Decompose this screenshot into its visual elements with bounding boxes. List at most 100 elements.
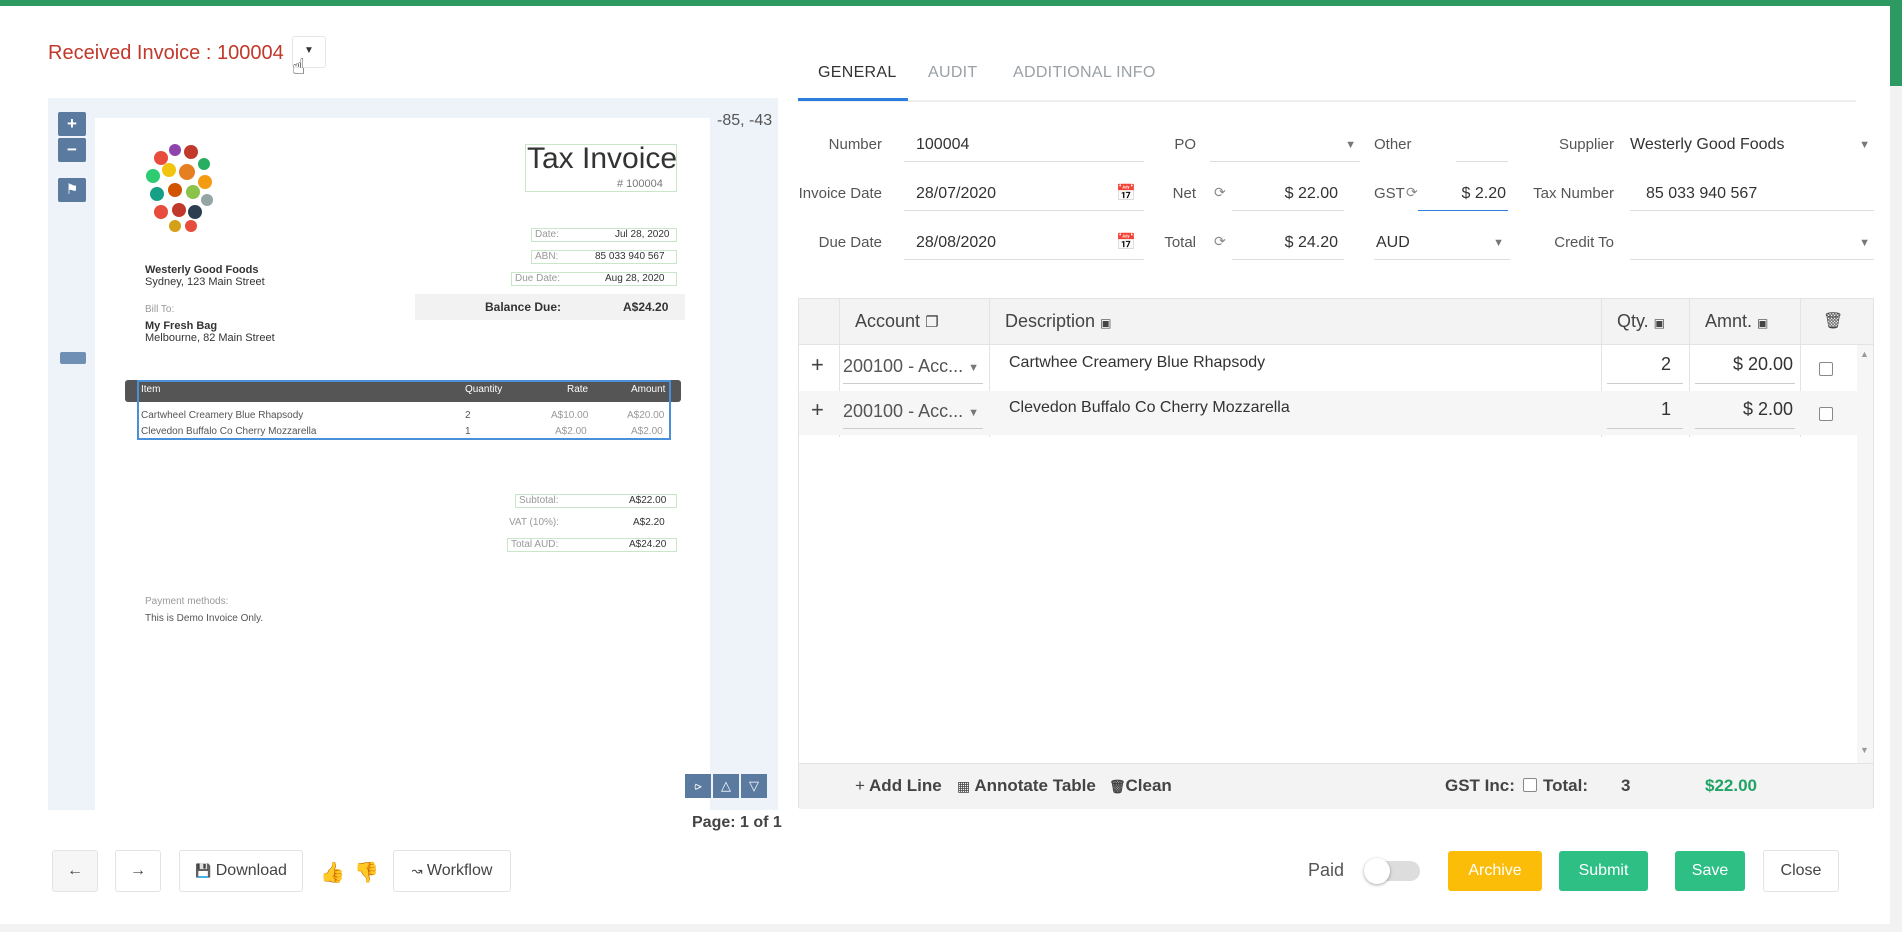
viewer-toolbar	[48, 98, 95, 810]
save-button[interactable]: Save	[1675, 851, 1745, 891]
refresh-icon[interactable]: ⟳	[1406, 184, 1418, 201]
scroll-down-icon[interactable]: ▼	[1860, 745, 1869, 755]
invoice-date-field[interactable]: 28/07/2020 📅	[904, 177, 1144, 211]
net-field[interactable]: $ 22.00	[1232, 177, 1344, 211]
amount-field[interactable]: $ 20.00	[1695, 354, 1795, 384]
number-field[interactable]: 100004	[904, 128, 1144, 162]
page-up-button[interactable]: △	[713, 774, 739, 798]
number-label: Number	[828, 136, 882, 153]
triangle-up-icon: △	[721, 778, 731, 793]
row-checkbox[interactable]	[1819, 362, 1833, 376]
next-button[interactable]: →	[115, 850, 161, 892]
vertical-scroll-handle[interactable]	[60, 352, 86, 364]
currency-select[interactable]: AUD ▼	[1374, 226, 1510, 260]
description-field[interactable]: Clevedon Buffalo Co Cherry Mozzarella	[1009, 399, 1290, 417]
trash-icon[interactable]: 🗑	[1823, 311, 1843, 331]
flag-button[interactable]: ⚑	[58, 178, 86, 202]
po-select[interactable]: ▼	[1210, 128, 1360, 162]
fit-width-button[interactable]: ⪧	[685, 774, 711, 798]
gst-inc-label: GST Inc:	[1445, 776, 1515, 795]
line-items-grid: Account ❐ Description ▣ Qty. ▣ Amnt. ▣ 🗑…	[798, 298, 1874, 809]
col-header-description[interactable]: Description ▣	[1005, 311, 1111, 332]
preview-total-label: Total AUD:	[511, 539, 559, 550]
table-row: + 200100 - Acc... ▼ Clevedon Buffalo Co C…	[799, 391, 1871, 435]
preview-subtotal-label: Subtotal:	[519, 495, 559, 506]
close-button[interactable]: Close	[1763, 850, 1839, 892]
cursor-coordinates: -85, -43	[717, 112, 773, 129]
archive-button[interactable]: Archive	[1448, 851, 1542, 891]
tab-general[interactable]: GENERAL	[818, 64, 897, 82]
clean-button[interactable]: 🗑Clean	[1109, 776, 1172, 796]
account-select[interactable]: 200100 - Acc... ▼	[843, 356, 983, 384]
tab-bar: GENERAL AUDIT ADDITIONAL INFO	[798, 56, 1856, 102]
preview-subtotal-value: A$22.00	[629, 495, 667, 506]
total-amount: $22.00	[1705, 776, 1757, 795]
tab-additional-info[interactable]: ADDITIONAL INFO	[1013, 64, 1156, 82]
expand-row-button[interactable]: +	[811, 397, 824, 423]
workflow-button[interactable]: ↝ Workflow	[393, 850, 511, 892]
total-field[interactable]: $ 24.20	[1232, 226, 1344, 260]
expand-row-button[interactable]: +	[811, 352, 824, 378]
download-button[interactable]: 💾 Download	[179, 850, 303, 892]
paid-toggle[interactable]	[1364, 858, 1420, 884]
due-date-field[interactable]: 28/08/2020 📅	[904, 226, 1144, 260]
select-icon[interactable]: ▣	[1654, 316, 1665, 330]
gst-field[interactable]: $ 2.20	[1418, 177, 1508, 211]
other-field[interactable]	[1456, 128, 1508, 162]
preview-vat-label: VAT (10%):	[509, 517, 560, 528]
page-down-button[interactable]: ▽	[741, 774, 767, 798]
trash-icon: 🗑	[1109, 779, 1126, 794]
tax-number-field[interactable]: 85 033 940 567	[1630, 177, 1874, 211]
submit-button[interactable]: Submit	[1559, 851, 1648, 891]
col-header-amount[interactable]: Amnt. ▣	[1705, 311, 1768, 332]
preview-balance-label: Balance Due:	[485, 300, 562, 314]
caret-down-icon: ▼	[968, 362, 979, 374]
gst-label: GST	[1374, 185, 1405, 202]
col-header-account[interactable]: Account ❐	[855, 311, 939, 332]
description-field[interactable]: Cartwhee Creamery Blue Rhapsody	[1009, 354, 1265, 372]
row-checkbox[interactable]	[1819, 407, 1833, 421]
select-icon[interactable]: ▣	[1100, 316, 1111, 330]
net-label: Net	[1172, 185, 1196, 202]
caret-down-icon: ▼	[1859, 237, 1870, 249]
col-header-qty[interactable]: Qty. ▣	[1617, 311, 1665, 332]
refresh-icon[interactable]: ⟳	[1214, 184, 1226, 201]
fruit-logo-image	[145, 144, 213, 232]
annotate-table-button[interactable]: ▦ Annotate Table	[957, 776, 1096, 796]
gst-inc-checkbox[interactable]	[1523, 778, 1537, 792]
preview-billto-label: Bill To:	[145, 304, 175, 315]
refresh-icon[interactable]: ⟳	[1214, 233, 1226, 250]
table-row: + 200100 - Acc... ▼ Cartwhee Creamery Blu…	[799, 346, 1871, 390]
grid-scrollbar[interactable]: ▲ ▼	[1857, 345, 1873, 763]
qty-field[interactable]: 2	[1607, 354, 1683, 384]
other-label: Other	[1374, 136, 1412, 153]
qty-field[interactable]: 1	[1607, 399, 1683, 429]
zoom-in-button[interactable]: +	[58, 112, 86, 136]
thumbs-down-icon[interactable]: 👎	[354, 860, 379, 885]
thumbs-up-icon[interactable]: 👍	[320, 860, 345, 885]
supplier-select[interactable]: Westerly Good Foods ▼	[1620, 128, 1874, 162]
copy-icon[interactable]: ❐	[925, 314, 938, 331]
caret-down-icon: ▼	[1493, 237, 1504, 249]
caret-down-icon: ▼	[1345, 139, 1356, 151]
flag-icon: ⚑	[65, 181, 79, 197]
previous-button[interactable]: ←	[52, 850, 98, 892]
credit-to-select[interactable]: ▼	[1630, 226, 1874, 260]
preview-payment-note: This is Demo Invoice Only.	[145, 613, 264, 624]
tab-audit[interactable]: AUDIT	[928, 64, 978, 82]
caret-down-icon: ▼	[968, 407, 979, 419]
calendar-icon[interactable]: 📅	[1116, 226, 1136, 260]
select-icon[interactable]: ▣	[1757, 316, 1768, 330]
amount-field[interactable]: $ 2.00	[1695, 399, 1795, 429]
scroll-up-icon[interactable]: ▲	[1860, 349, 1869, 359]
preview-item-rate: A$2.00	[555, 426, 587, 437]
calendar-icon[interactable]: 📅	[1116, 177, 1136, 211]
total-label: Total:	[1543, 776, 1589, 795]
toggle-knob	[1364, 858, 1390, 884]
preview-item-qty: 2	[465, 410, 471, 421]
table-icon: ▦	[957, 778, 971, 794]
zoom-out-button[interactable]: −	[58, 138, 86, 162]
add-line-button[interactable]: + Add Line	[855, 776, 942, 796]
account-select[interactable]: 200100 - Acc... ▼	[843, 401, 983, 429]
preview-vat-value: A$2.20	[633, 517, 665, 528]
